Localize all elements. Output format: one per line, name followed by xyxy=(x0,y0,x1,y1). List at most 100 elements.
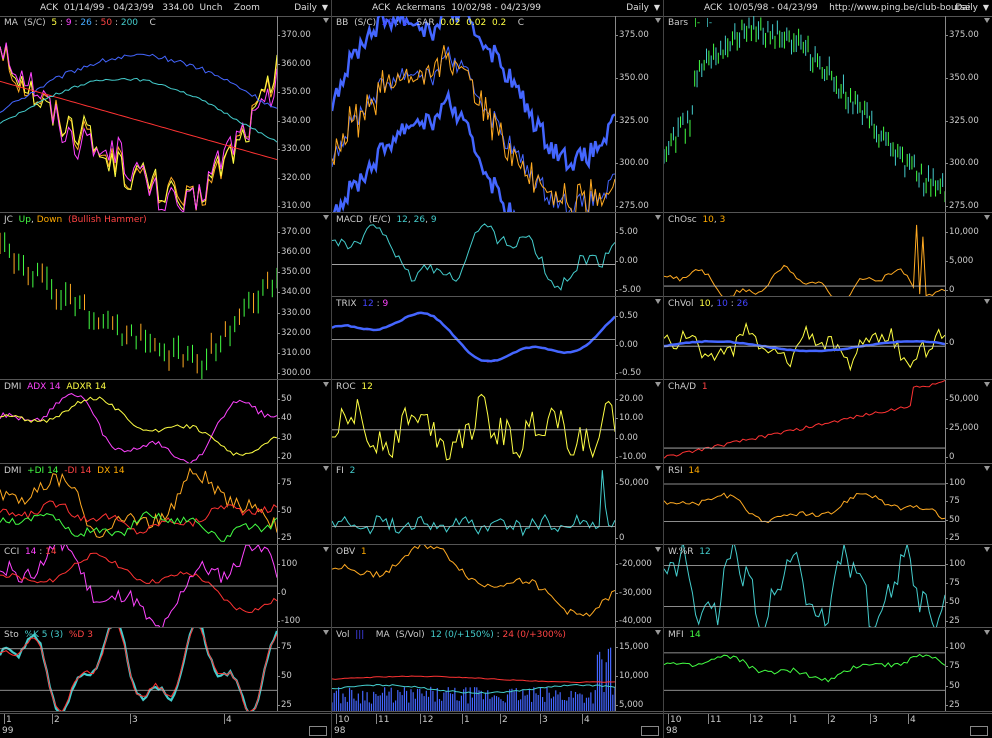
x-tick-label: 1 xyxy=(792,715,798,725)
indicator-panel[interactable]: ROC 12 20.00 10.00 0.00 -10.00 xyxy=(332,380,663,464)
x-tick-label: 2 xyxy=(830,715,836,725)
y-tick xyxy=(615,35,618,36)
scroll-handle-icon[interactable] xyxy=(309,726,327,736)
y-tick-label: 0.00 xyxy=(619,432,638,443)
indicator-panel[interactable]: DMI +DI 14 -DI 14 DX 14 75 50 25 xyxy=(0,464,331,545)
macd-line xyxy=(332,223,615,291)
panel-menu-icon[interactable] xyxy=(984,630,990,635)
indicator-panel[interactable]: OBV 1 -20,000 -30,000 -40,000 xyxy=(332,545,663,628)
indicator-panel[interactable]: MACD (E/C) 12, 26, 9 5.00 0.00 -5.00 xyxy=(332,213,663,297)
x-tick xyxy=(224,714,225,724)
panel-menu-icon[interactable] xyxy=(655,299,661,304)
y-tick-label: 75 xyxy=(281,642,292,652)
period-selector[interactable]: Daily xyxy=(955,3,978,13)
panel-menu-icon[interactable] xyxy=(984,382,990,387)
indicator-panel[interactable]: W.%R 12 100 75 50 25 xyxy=(664,545,992,628)
period-selector[interactable]: Daily xyxy=(294,3,317,13)
y-tick-label: 50 xyxy=(281,394,292,404)
chart-header: ACK 01/14/99 - 04/23/99 334.00 Unch Zoom… xyxy=(0,0,331,17)
year-label: 98 xyxy=(666,726,678,736)
y-tick-label: 0 xyxy=(619,533,625,543)
panel-menu-icon[interactable] xyxy=(655,382,661,387)
indicator-title: CCI 14 : 14 xyxy=(4,547,57,557)
y-axis xyxy=(277,628,278,711)
period-dropdown-icon[interactable]: ▼ xyxy=(654,3,660,12)
period-dropdown-icon[interactable]: ▼ xyxy=(983,3,989,12)
panel-menu-icon[interactable] xyxy=(323,466,329,471)
y-axis xyxy=(615,628,616,711)
indicator-panel[interactable]: ChVol 10, 10 : 26 0 xyxy=(664,297,992,380)
period-dropdown-icon[interactable]: ▼ xyxy=(322,3,328,12)
chart-header-title: ACK 10/05/98 - 04/23/99 http://www.ping.… xyxy=(704,3,971,13)
indicator-panel[interactable]: RSI 14 100 75 50 25 xyxy=(664,464,992,545)
indicator-panel[interactable]: CCI 14 : 14 100 0 -100 xyxy=(0,545,331,628)
y-tick-label: 330.00 xyxy=(281,307,311,318)
y-tick-label: 30 xyxy=(281,432,292,443)
panel-menu-icon[interactable] xyxy=(323,18,329,23)
panel-menu-icon[interactable] xyxy=(984,215,990,220)
panel-menu-icon[interactable] xyxy=(984,466,990,471)
y-tick-label: 350.00 xyxy=(281,87,311,97)
y-tick xyxy=(277,120,280,122)
y-tick xyxy=(615,120,618,122)
indicator-title-part: Vol xyxy=(336,630,356,640)
panel-menu-icon[interactable] xyxy=(323,382,329,387)
indicator-panel[interactable]: Sto %K 5 (3) %D 3 75 50 25 xyxy=(0,628,331,712)
indicator-title-part: 12 xyxy=(362,299,374,309)
indicator-title-part: Up xyxy=(18,215,31,225)
panel-menu-icon[interactable] xyxy=(323,215,329,220)
indicator-panel[interactable]: Bars |- |- 375.00 350.00 325.00 300.00 275.00 xyxy=(664,16,992,213)
indicator-panel[interactable]: TRIX 12 : 9 0.50 0.00 -0.50 xyxy=(332,297,663,380)
indicator-panel[interactable]: ChOsc 10, 3 10,000 5,000 0 xyxy=(664,213,992,297)
indicator-title-part: 24 (0/+300%) xyxy=(502,630,566,640)
indicator-title-part: 12 xyxy=(396,215,408,225)
indicator-panel[interactable]: Vol ||| MA (S/Vol) 12 (0/+150%) : 24 (0/… xyxy=(332,628,663,712)
panel-menu-icon[interactable] xyxy=(655,18,661,23)
y-tick-label: 20.00 xyxy=(619,394,644,404)
chart-header: ACK 10/05/98 - 04/23/99 http://www.ping.… xyxy=(664,0,992,17)
chart-header: ACK Ackermans 10/02/98 - 04/23/99 Daily ▼ xyxy=(332,0,663,17)
indicator-panel[interactable]: MFI 14 100 75 50 25 xyxy=(664,628,992,712)
ma9-line xyxy=(0,42,277,212)
scroll-handle-icon[interactable] xyxy=(641,726,659,736)
panel-menu-icon[interactable] xyxy=(984,547,990,552)
indicator-panel[interactable]: BB (S/C) 20 : 2 SAR 0.02 0.02 0.2 C 375.0… xyxy=(332,16,663,213)
indicator-title-part: CCI xyxy=(4,547,25,557)
trix-line xyxy=(332,311,615,363)
indicator-title-part: 1 xyxy=(701,382,708,392)
y-tick xyxy=(615,705,618,706)
indicator-panel[interactable]: JC Up, Down (Bullish Hammer) 370.00 360.00… xyxy=(0,213,331,380)
panel-menu-icon[interactable] xyxy=(323,630,329,635)
y-tick-label: 310.00 xyxy=(281,201,311,211)
indicator-panel[interactable]: DMI ADX 14 ADXR 14 50 40 30 20 xyxy=(0,380,331,464)
panel-menu-icon[interactable] xyxy=(655,466,661,471)
indicator-title-part: 14 xyxy=(689,630,701,640)
panel-menu-icon[interactable] xyxy=(655,215,661,220)
y-axis xyxy=(945,464,946,544)
scroll-handle-icon[interactable] xyxy=(970,726,988,736)
x-tick xyxy=(582,714,583,724)
indicator-title: ROC 12 xyxy=(336,382,373,392)
y-tick xyxy=(945,457,948,458)
y-tick xyxy=(615,647,618,648)
indicator-title: JC Up, Down (Bullish Hammer) xyxy=(4,215,147,225)
indicator-panel[interactable]: FI 2 50,000 0 xyxy=(332,464,663,545)
year-label: 99 xyxy=(2,726,14,736)
panel-menu-icon[interactable] xyxy=(655,630,661,635)
indicator-title: W.%R 12 xyxy=(668,547,711,557)
x-tick-label: 2 xyxy=(502,715,508,725)
indicator-title-part: : xyxy=(393,18,403,28)
indicator-title-part: 26 xyxy=(80,18,92,28)
ma200-line xyxy=(0,77,277,143)
panel-menu-icon[interactable] xyxy=(984,299,990,304)
indicator-title: ChOsc 10, 3 xyxy=(668,215,725,225)
indicator-panel[interactable]: ChA/D 1 50,000 25,000 0 xyxy=(664,380,992,464)
panel-menu-icon[interactable] xyxy=(323,547,329,552)
panel-menu-icon[interactable] xyxy=(655,547,661,552)
indicator-title-part: %K 5 (3) xyxy=(24,630,64,640)
panel-menu-icon[interactable] xyxy=(984,18,990,23)
period-selector[interactable]: Daily xyxy=(626,3,649,13)
y-tick xyxy=(615,418,618,420)
indicator-panel[interactable]: MA (S/C) 5 : 9 : 26 : 50 : 200 C 370.00 36… xyxy=(0,16,331,213)
y-tick xyxy=(615,399,618,400)
